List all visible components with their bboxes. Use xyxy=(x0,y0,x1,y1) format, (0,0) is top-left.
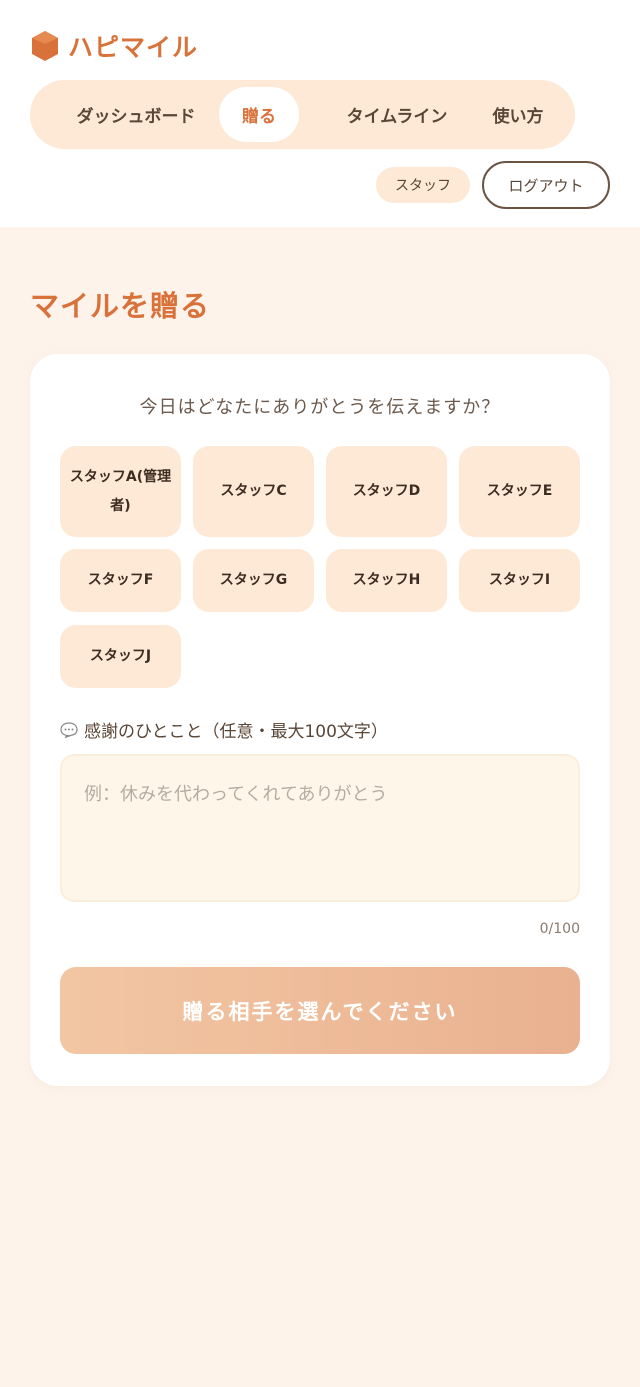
message-label-text: 感謝のひとこと（任意・最大100文字） xyxy=(84,722,388,742)
app-header: ハピマイル ダッシュボード 贈る タイムライン 使い方 スタッフ ログアウト xyxy=(0,0,640,227)
staff-option[interactable]: スタッフJ xyxy=(60,625,181,688)
staff-option[interactable]: スタッフA(管理者) xyxy=(60,446,181,537)
tab-timeline[interactable]: タイムライン xyxy=(312,87,482,142)
speech-bubble-icon xyxy=(60,721,78,738)
app-name: ハピマイル xyxy=(68,33,199,62)
character-counter: 0/100 xyxy=(539,921,580,937)
page-title: マイルを贈る xyxy=(30,289,211,323)
staff-option[interactable]: スタッフE xyxy=(459,446,580,537)
staff-option[interactable]: スタッフC xyxy=(193,446,314,537)
main-nav: ダッシュボード 贈る タイムライン 使い方 xyxy=(30,80,575,149)
recipient-question: 今日はどなたにありがとうを伝えますか？ xyxy=(139,397,501,418)
tab-give[interactable]: 贈る xyxy=(219,87,299,142)
logout-button[interactable]: ログアウト xyxy=(482,161,610,209)
submit-button[interactable]: 贈る相手を選んでください xyxy=(60,967,580,1054)
role-badge: スタッフ xyxy=(376,167,470,203)
tab-how-to[interactable]: 使い方 xyxy=(478,87,558,142)
app-logo[interactable]: ハピマイル xyxy=(30,28,198,64)
message-label: 感謝のひとこと（任意・最大100文字） xyxy=(60,717,388,742)
staff-option[interactable]: スタッフG xyxy=(193,549,314,612)
staff-option[interactable]: スタッフH xyxy=(326,549,447,612)
staff-option[interactable]: スタッフD xyxy=(326,446,447,537)
staff-option[interactable]: スタッフF xyxy=(60,549,181,612)
staff-option[interactable]: スタッフI xyxy=(459,549,580,612)
message-textarea[interactable] xyxy=(60,754,580,902)
hexagon-logo-icon xyxy=(32,31,58,61)
tab-dashboard[interactable]: ダッシュボード xyxy=(42,87,230,142)
